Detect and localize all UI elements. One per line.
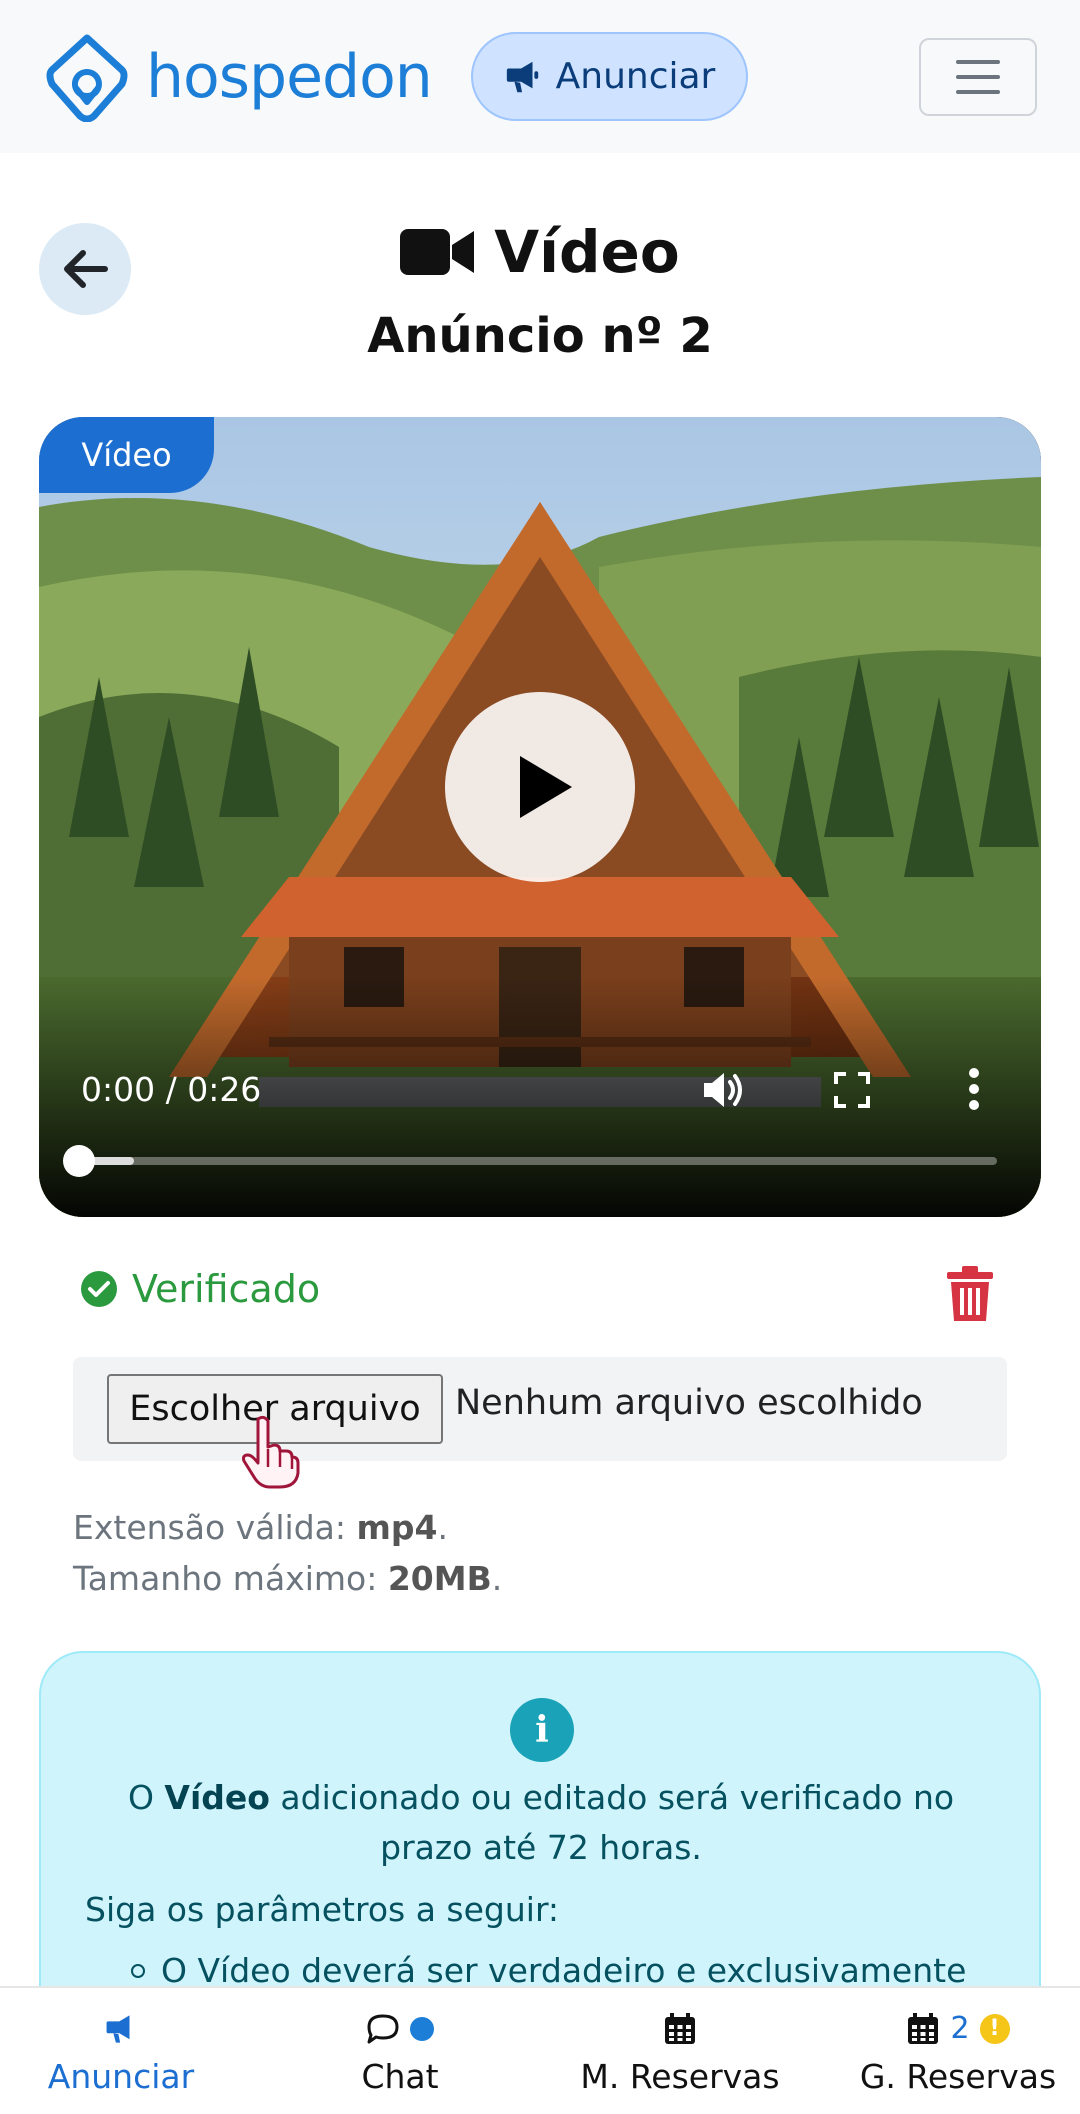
anunciar-button[interactable]: Anunciar [471,32,748,121]
play-icon [520,756,572,818]
info-icon: i [510,1698,574,1762]
brand-logo[interactable]: hospedon [42,32,433,122]
video-time: 0:00 / 0:26 [81,1070,262,1109]
trash-icon[interactable] [945,1265,995,1323]
nav-item-anunciar[interactable]: Anunciar [41,1988,201,2114]
page-subtitle: Anúncio nº 2 [367,308,713,364]
top-navbar: hospedon Anunciar [0,0,1080,153]
extension-hint: Extensão válida: mp4. [73,1508,448,1547]
info-text: O Vídeo adicionado ou editado será verif… [101,1773,981,1873]
size-hint-label: Tamanho máximo: [73,1559,388,1598]
extension-hint-value: mp4 [356,1508,438,1547]
video-progress-knob[interactable] [63,1145,95,1177]
hamburger-menu-button[interactable] [919,38,1037,116]
anunciar-label: Anunciar [555,56,716,97]
video-player[interactable]: Vídeo 0:00 / 0:26 [39,417,1041,1217]
info-bullet: O Vídeo deverá ser verdadeiro e exclusiv… [131,1951,1031,1990]
video-badge: Vídeo [39,417,214,493]
nav-item-chat[interactable]: Chat [320,1988,480,2114]
extension-hint-label: Extensão válida: [73,1508,357,1547]
play-button[interactable] [445,692,635,882]
nav-label: G. Reservas [859,2056,1057,2096]
page-title: Vídeo [0,218,1080,286]
calendar-icon [908,2012,939,2044]
house-pin-logo-icon [46,34,128,122]
megaphone-icon [106,2014,130,2043]
file-status: Nenhum arquivo escolhido [455,1383,923,1423]
bottom-navigation: Anunciar Chat M. Reservas 2 ! G. Reserva… [0,1986,1080,2114]
volume-icon[interactable] [700,1067,746,1113]
info-text-prefix: O [127,1778,165,1817]
reservas-count-badge: 2 [950,2011,970,2046]
more-options-icon[interactable] [967,1067,981,1111]
info-text-bold: Vídeo [164,1778,270,1817]
bullet-circle-icon [131,1963,145,1978]
file-input[interactable]: Escolher arquivo Nenhum arquivo escolhid… [73,1357,1007,1461]
check-circle-icon [81,1271,117,1307]
hamburger-menu-icon [956,60,1000,64]
verified-status: Verificado [80,1267,320,1311]
warning-icon: ! [979,2013,1010,2044]
verified-label: Verificado [132,1267,321,1311]
unread-dot [410,2016,434,2041]
video-progress-bar[interactable] [63,1145,997,1177]
nav-item-g-reservas[interactable]: 2 ! G. Reservas [858,1988,1058,2114]
calendar-icon [665,2012,695,2044]
hamburger-line [956,75,1000,79]
size-hint-value: 20MB [387,1559,492,1598]
info-text-suffix: adicionado ou editado será verificado no… [269,1778,955,1867]
page-title-text: Vídeo [494,218,680,286]
video-camera-icon [400,229,475,275]
nav-item-m-reservas[interactable]: M. Reservas [580,1988,780,2114]
fullscreen-icon[interactable] [833,1071,871,1109]
hamburger-line [956,90,1000,94]
nav-label: M. Reservas [580,2056,780,2096]
brand-name: hospedon [146,42,433,112]
chat-bubble-icon [367,2014,399,2043]
info-bullet-text: O Vídeo deverá ser verdadeiro e exclusiv… [161,1951,967,1990]
megaphone-icon [506,61,538,92]
hand-cursor-icon [242,1415,300,1489]
size-hint: Tamanho máximo: 20MB. [73,1559,503,1598]
nav-label: Anunciar [47,2056,195,2096]
nav-label: Chat [361,2056,439,2096]
info-params-label: Siga os parâmetros a seguir: [85,1890,560,1929]
